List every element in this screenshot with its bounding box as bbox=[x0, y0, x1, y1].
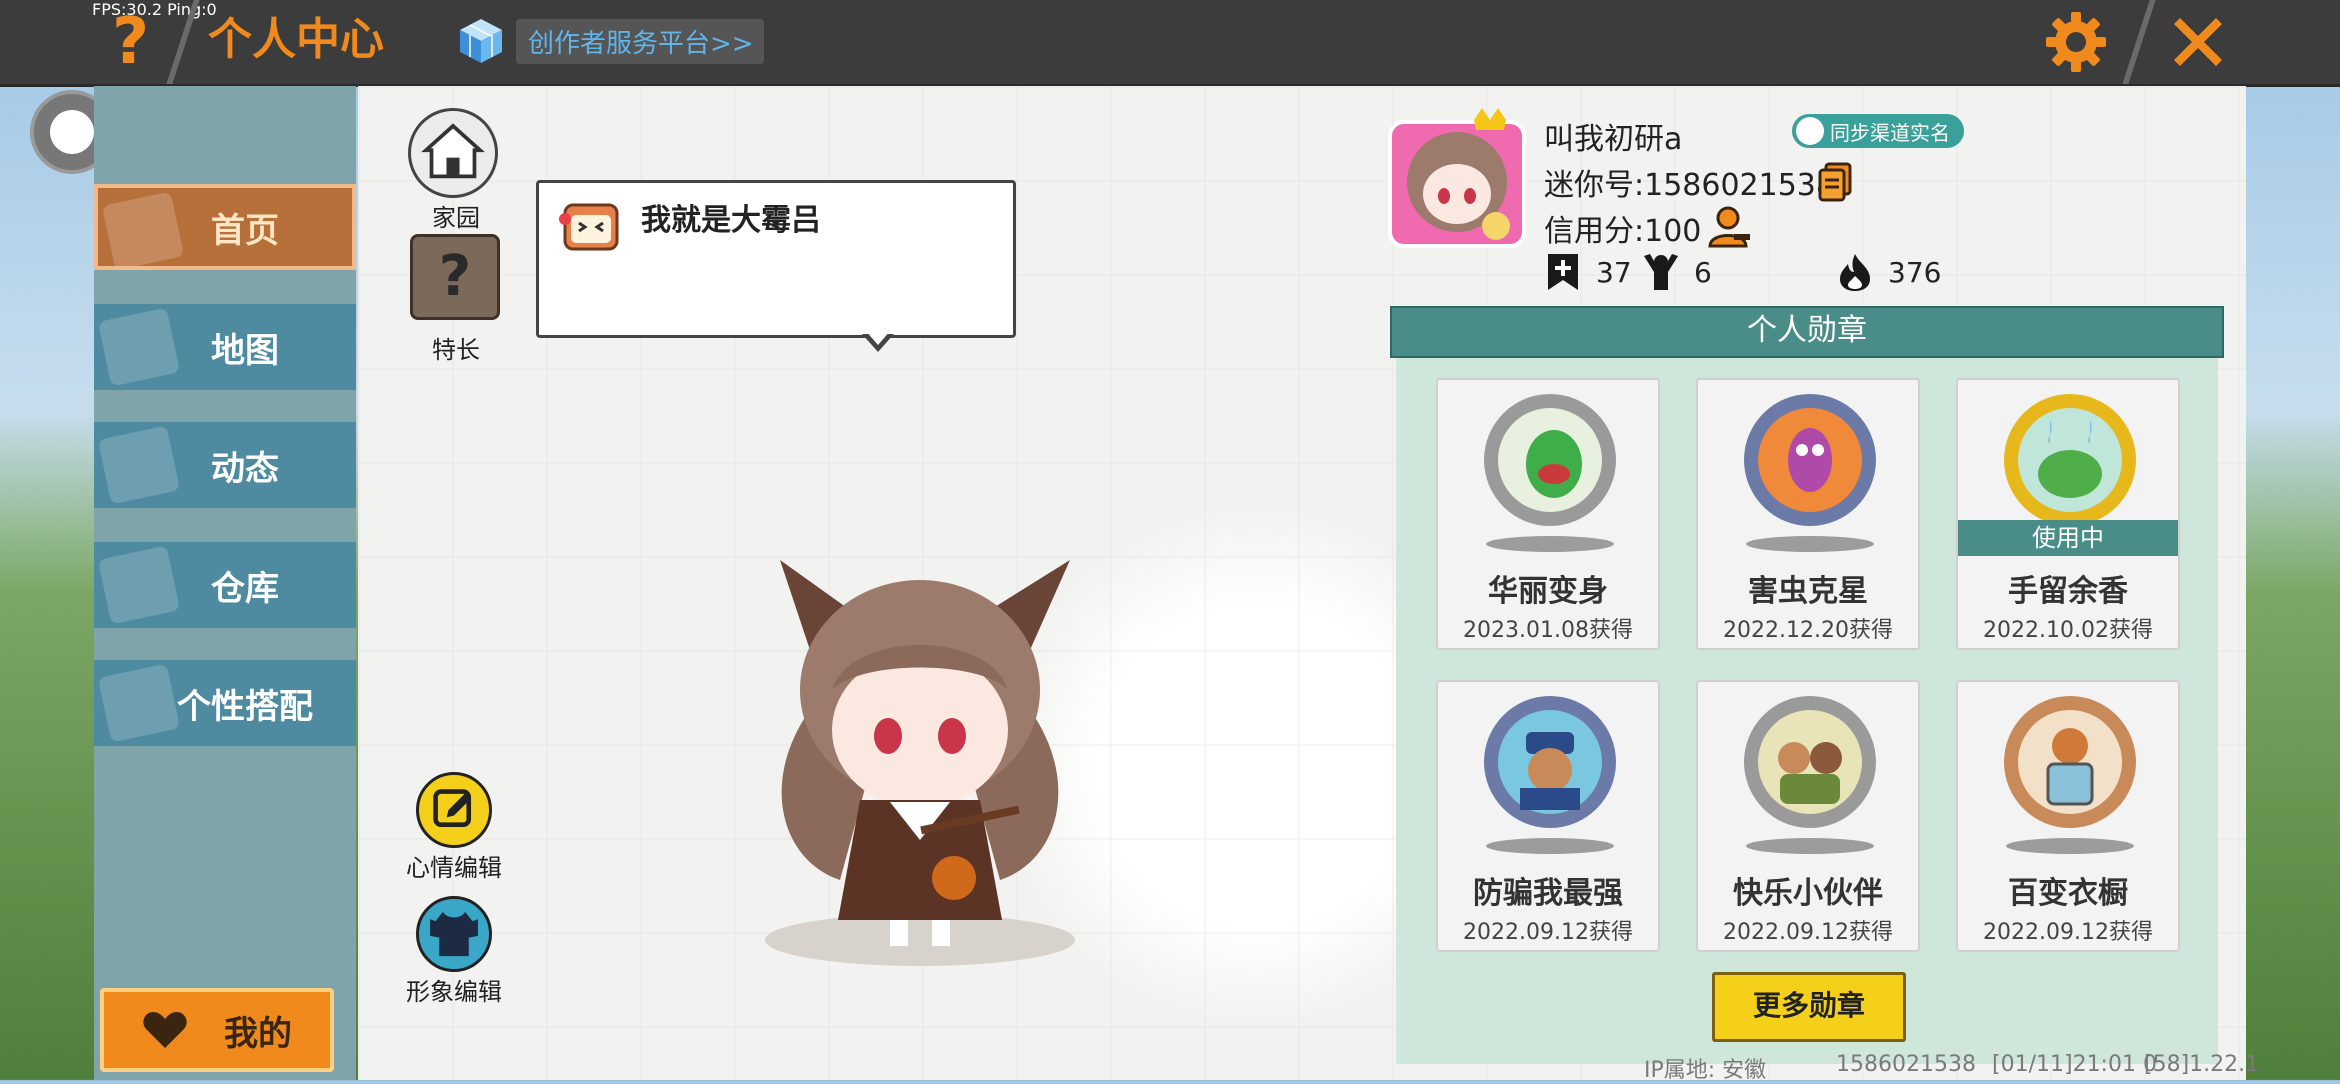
sidebar-item-label: 地图 bbox=[211, 330, 279, 371]
medal-shadow bbox=[2006, 838, 2134, 854]
stat-heat-count: 376 bbox=[1888, 255, 1942, 289]
talent-shortcut[interactable]: ? bbox=[410, 234, 500, 320]
sync-realname-label: 同步渠道实名 bbox=[1830, 120, 1950, 145]
medal-icon bbox=[1744, 696, 1876, 828]
profile-avatar[interactable] bbox=[1384, 108, 1530, 248]
house-icon bbox=[97, 545, 181, 625]
medal-card[interactable]: 快乐小伙伴 2022.09.12获得 bbox=[1696, 680, 1920, 952]
mini-id: 迷你号:1586021538 bbox=[1544, 168, 1835, 203]
mine-button[interactable]: 我的 bbox=[100, 988, 334, 1072]
footer-version: [58]1.22.1 bbox=[2144, 1052, 2260, 1077]
bubble-tail bbox=[862, 330, 894, 352]
medal-card[interactable]: 害虫克星 2022.12.20获得 bbox=[1696, 378, 1920, 650]
footer-uid: 1586021538 bbox=[1836, 1052, 1976, 1077]
heart-icon bbox=[143, 1012, 187, 1048]
top-bar: FPS:30.2 Ping:0 ? 个人中心 创作者服务平台>> bbox=[0, 0, 2340, 87]
player-character bbox=[765, 560, 1075, 966]
medal-icon bbox=[2004, 696, 2136, 828]
person-icon[interactable] bbox=[1708, 206, 1752, 248]
house-icon bbox=[421, 123, 485, 179]
map-icon bbox=[97, 307, 181, 387]
medal-icon bbox=[1484, 394, 1616, 526]
mood-bubble: 我就是大霉吕 bbox=[536, 180, 1016, 338]
footer-timestamp: [01/11]21:01 0 bbox=[1992, 1052, 2157, 1077]
medal-shadow bbox=[1486, 838, 1614, 854]
in-use-badge: 使用中 bbox=[1958, 520, 2178, 556]
home-label: 家园 bbox=[432, 204, 480, 232]
medal-card[interactable]: 华丽变身 2023.01.08获得 bbox=[1436, 378, 1660, 650]
medal-card[interactable]: 防骗我最强 2022.09.12获得 bbox=[1436, 680, 1660, 952]
medal-name: 害虫克星 bbox=[1748, 574, 1868, 609]
sidebar-item-storage[interactable]: 仓库 bbox=[94, 542, 356, 628]
medal-date: 2022.09.12获得 bbox=[1983, 920, 2153, 945]
medal-shadow bbox=[1746, 838, 1874, 854]
stat-plus: 37 bbox=[1544, 252, 1632, 292]
avatar-edit-button[interactable] bbox=[416, 896, 492, 972]
sidebar-item-feed[interactable]: 动态 bbox=[94, 422, 356, 508]
home-shortcut[interactable] bbox=[408, 108, 498, 198]
stat-plus-count: 37 bbox=[1596, 255, 1632, 289]
medal-date: 2022.12.20获得 bbox=[1723, 618, 1893, 643]
medal-name: 手留余香 bbox=[2008, 574, 2128, 609]
shirt-icon bbox=[430, 911, 478, 957]
sidebar-item-map[interactable]: 地图 bbox=[94, 304, 356, 390]
divider bbox=[2122, 0, 2156, 84]
more-medals-button[interactable]: 更多勋章 bbox=[1712, 972, 1906, 1042]
medal-icon bbox=[1744, 394, 1876, 526]
medal-icon bbox=[1484, 696, 1616, 828]
character-icon bbox=[97, 663, 181, 743]
medal-card[interactable]: 使用中 手留余香 2022.10.02获得 bbox=[1956, 378, 2180, 650]
home-icon bbox=[101, 191, 185, 266]
credit-score: 信用分:100 bbox=[1544, 214, 1702, 249]
sidebar-item-label: 首页 bbox=[211, 210, 279, 251]
medal-name: 百变衣橱 bbox=[2008, 876, 2128, 911]
medal-name: 快乐小伙伴 bbox=[1733, 876, 1883, 911]
medal-date: 2023.01.08获得 bbox=[1463, 618, 1633, 643]
medal-name: 华丽变身 bbox=[1488, 574, 1608, 609]
mood-edit-button[interactable] bbox=[416, 772, 492, 848]
cheer-icon bbox=[1644, 254, 1678, 290]
sidebar-item-label: 动态 bbox=[211, 448, 279, 489]
bookmark-plus-icon bbox=[1548, 254, 1578, 290]
stat-fans: 6 bbox=[1642, 252, 1712, 292]
mood-emoji-icon bbox=[559, 203, 619, 251]
mood-text: 我就是大霉吕 bbox=[641, 203, 821, 238]
copy-icon[interactable] bbox=[1818, 162, 1852, 202]
medal-card[interactable]: 百变衣橱 2022.09.12获得 bbox=[1956, 680, 2180, 952]
sidebar-item-label: 个性搭配 bbox=[177, 686, 313, 727]
bell-icon bbox=[97, 425, 181, 505]
page-title: 个人中心 bbox=[208, 14, 384, 65]
user-icon bbox=[1796, 117, 1824, 145]
stat-fans-count: 6 bbox=[1694, 255, 1712, 289]
help-icon[interactable]: ? bbox=[112, 10, 166, 74]
creator-platform-label: 创作者服务平台>> bbox=[516, 18, 764, 64]
medal-shadow bbox=[1486, 536, 1614, 552]
creator-platform-link[interactable]: 创作者服务平台>> bbox=[456, 12, 764, 70]
mood-edit-label: 心情编辑 bbox=[406, 854, 502, 882]
cube-icon bbox=[460, 19, 502, 63]
talent-label: 特长 bbox=[432, 336, 480, 364]
sync-realname-badge[interactable]: 同步渠道实名 bbox=[1792, 114, 1964, 148]
medal-name: 防骗我最强 bbox=[1473, 876, 1623, 911]
mine-label: 我的 bbox=[224, 1013, 292, 1054]
question-icon: ? bbox=[438, 244, 472, 309]
avatar-edit-label: 形象编辑 bbox=[406, 978, 502, 1006]
sidebar-item-outfit[interactable]: 个性搭配 bbox=[94, 660, 356, 746]
edit-icon bbox=[433, 789, 472, 828]
stat-heat: 376 bbox=[1836, 252, 1941, 292]
medal-section-header: 个人勋章 bbox=[1390, 306, 2224, 358]
close-icon[interactable] bbox=[2166, 10, 2230, 74]
ip-location: IP属地: 安徽 bbox=[1644, 1058, 1767, 1083]
gear-icon[interactable] bbox=[2044, 10, 2108, 74]
player-name: 叫我初研a bbox=[1544, 122, 1683, 157]
medal-icon bbox=[2004, 394, 2136, 526]
flame-icon bbox=[1840, 254, 1870, 291]
medal-date: 2022.10.02获得 bbox=[1983, 618, 2153, 643]
sidebar-item-label: 仓库 bbox=[211, 568, 279, 609]
medal-date: 2022.09.12获得 bbox=[1463, 920, 1633, 945]
medal-date: 2022.09.12获得 bbox=[1723, 920, 1893, 945]
sidebar-item-home[interactable]: 首页 bbox=[94, 184, 356, 270]
medal-shadow bbox=[1746, 536, 1874, 552]
